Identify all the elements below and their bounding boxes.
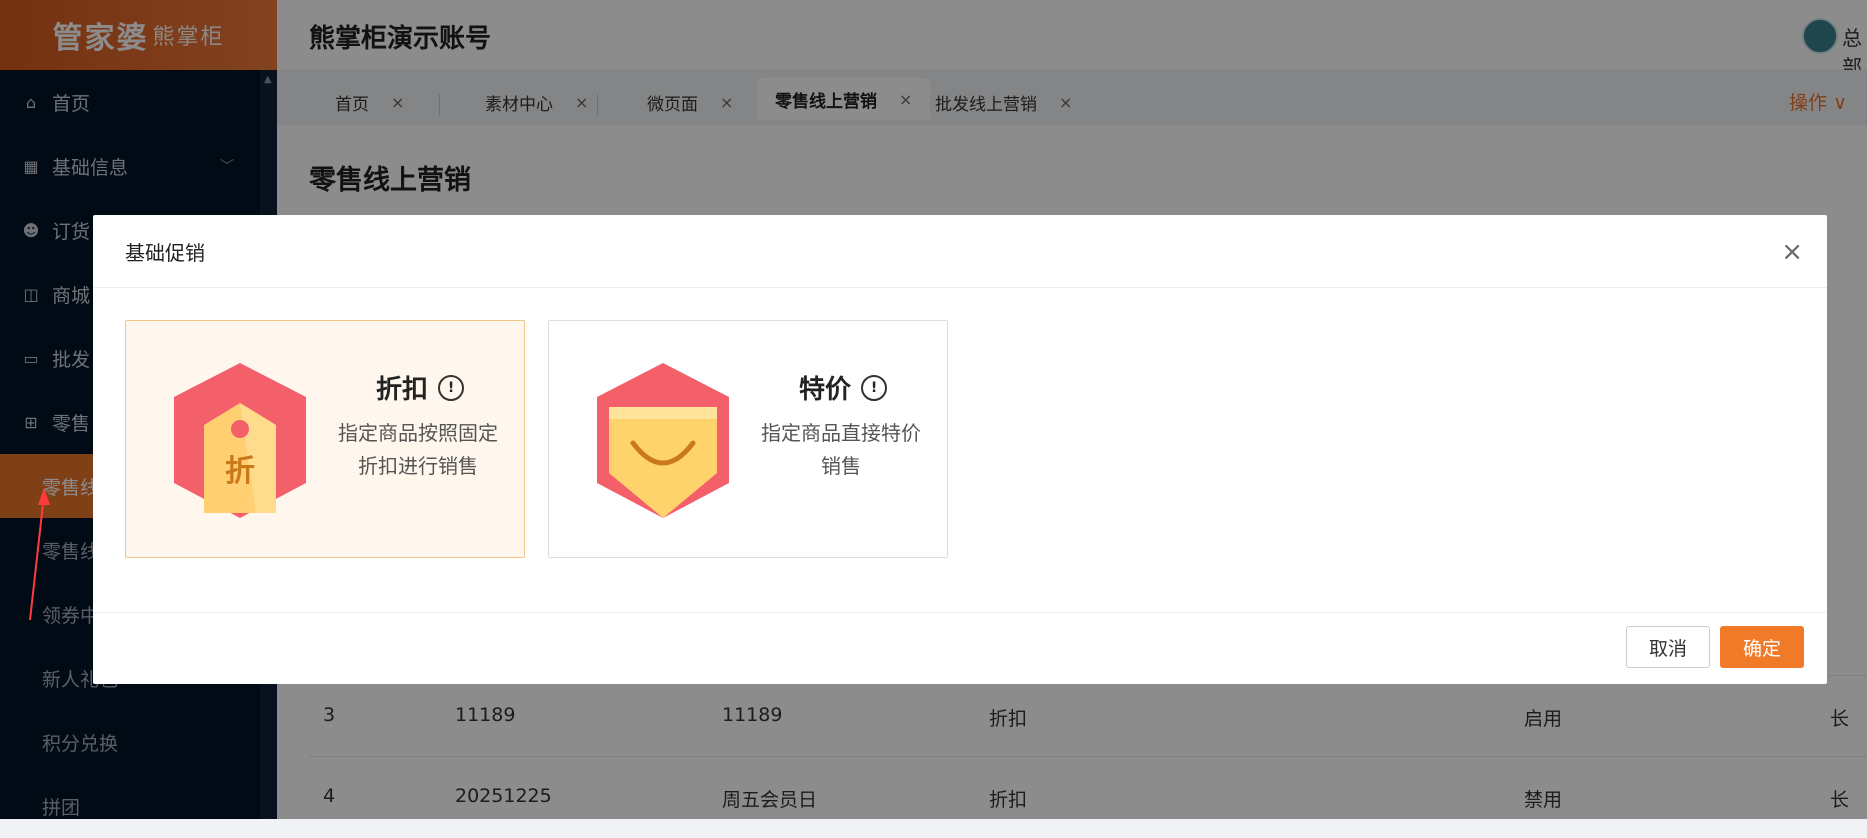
info-icon[interactable]: !	[438, 374, 465, 401]
annotation-arrow-head	[38, 488, 50, 505]
discount-tag-icon: 折	[174, 363, 306, 518]
close-icon[interactable]: ×	[1781, 237, 1803, 267]
shopping-bag-icon	[597, 363, 729, 518]
card-title: 特价 !	[799, 369, 888, 406]
promo-card-special-price[interactable]: 特价 ! 指定商品直接特价销售	[548, 320, 948, 558]
modal-footer: 取消 确定	[93, 612, 1827, 685]
cancel-button[interactable]: 取消	[1626, 626, 1710, 668]
annotation-arrow-line	[29, 494, 45, 621]
card-description: 指定商品直接特价销售	[761, 421, 921, 478]
card-title-text: 折扣	[376, 375, 429, 405]
card-title: 折扣 !	[376, 369, 465, 406]
info-icon[interactable]: !	[861, 374, 888, 401]
card-description: 指定商品按照固定折扣进行销售	[338, 421, 498, 478]
confirm-button[interactable]: 确定	[1720, 626, 1804, 668]
promotion-modal: 基础促销 × 折 折扣 ! 指定商品按照固定折扣进行销售 特价 ! 指定商品直接…	[93, 215, 1827, 684]
svg-text:折: 折	[225, 454, 255, 489]
modal-title: 基础促销	[93, 215, 1827, 288]
card-title-text: 特价	[799, 375, 852, 405]
promo-card-discount[interactable]: 折 折扣 ! 指定商品按照固定折扣进行销售	[125, 320, 525, 558]
